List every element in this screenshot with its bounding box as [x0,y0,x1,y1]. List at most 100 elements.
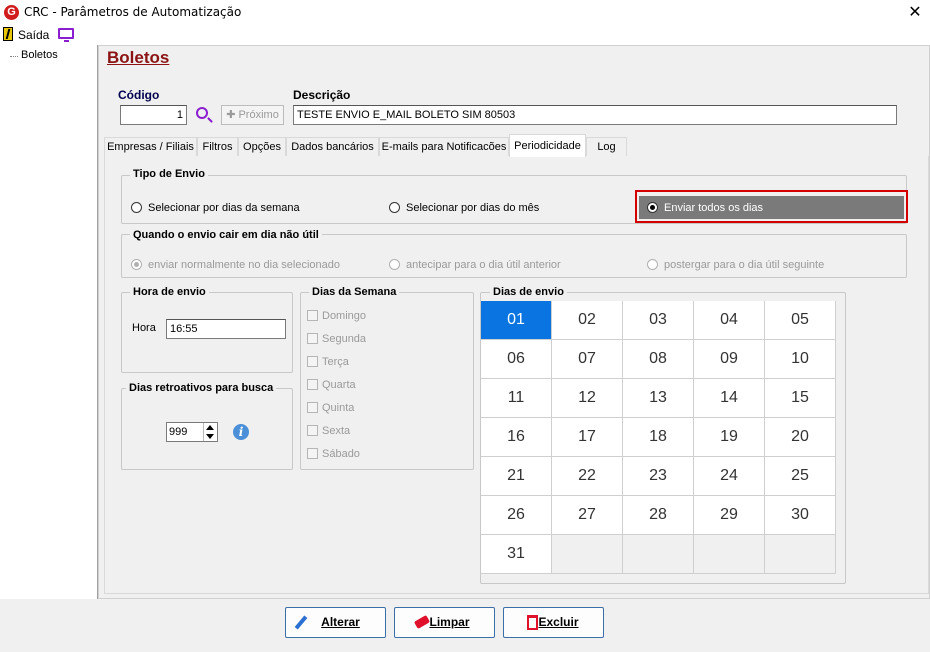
day-cell[interactable]: 05 [765,301,836,340]
day-cell[interactable]: 16 [481,418,552,457]
descricao-label: Descrição [293,88,351,102]
day-cell[interactable]: 30 [765,496,836,535]
day-cell-empty [552,535,623,574]
window-title: CRC - Parâmetros de Automatização [24,5,242,19]
day-cell[interactable]: 29 [694,496,765,535]
tab-dados-bancarios[interactable]: Dados bancários [286,137,379,157]
alterar-label: Alterar [321,615,360,629]
codigo-label: Código [118,88,160,102]
hora-input[interactable]: 16:55 [166,319,286,339]
day-cell[interactable]: 13 [623,379,694,418]
checkbox-domingo-label[interactable]: Domingo [322,310,366,322]
checkbox-quinta[interactable] [307,402,318,413]
tab-periodicidade[interactable]: Periodicidade [509,134,586,157]
checkbox-quinta-label[interactable]: Quinta [322,402,354,414]
day-cell[interactable]: 20 [765,418,836,457]
day-cell[interactable]: 31 [481,535,552,574]
radio-dias-mes-label[interactable]: Selecionar por dias do mês [406,202,539,214]
radio-dias-semana-label[interactable]: Selecionar por dias da semana [148,202,300,214]
day-cell-empty [694,535,765,574]
radio-dias-semana[interactable] [131,202,142,213]
tab-emails-notificacoes[interactable]: E-mails para Notificacões [379,137,509,157]
radio-postergar-label[interactable]: postergar para o dia útil seguinte [664,259,824,271]
descricao-input[interactable]: TESTE ENVIO E_MAIL BOLETO SIM 80503 [293,105,897,125]
dias-retroativos-title: Dias retroativos para busca [126,382,277,394]
tab-empresas-filiais[interactable]: Empresas / Filiais [104,137,197,157]
radio-envio-normal-label[interactable]: enviar normalmente no dia selecionado [148,259,340,271]
radio-todos-dias[interactable] [647,202,658,213]
day-cell[interactable]: 10 [765,340,836,379]
radio-postergar[interactable] [647,259,658,270]
checkbox-sexta[interactable] [307,425,318,436]
radio-envio-normal[interactable] [131,259,142,270]
day-cell[interactable]: 12 [552,379,623,418]
day-cell[interactable]: 06 [481,340,552,379]
day-cell[interactable]: 26 [481,496,552,535]
radio-todos-dias-label[interactable]: Enviar todos os dias [664,202,763,214]
checkbox-segunda[interactable] [307,333,318,344]
day-cell[interactable]: 22 [552,457,623,496]
limpar-label: Limpar [429,615,470,629]
checkbox-quarta[interactable] [307,379,318,390]
page-title: Boletos [107,48,170,67]
day-cell[interactable]: 14 [694,379,765,418]
checkbox-segunda-label[interactable]: Segunda [322,333,366,345]
tab-opcoes[interactable]: Opções [238,137,286,157]
excluir-button[interactable]: Excluir [503,607,604,638]
day-cell[interactable]: 15 [765,379,836,418]
spin-up-icon[interactable] [206,425,214,430]
day-cell[interactable]: 23 [623,457,694,496]
hora-label: Hora [132,322,156,334]
proximo-button[interactable]: ✚ Próximo [221,105,284,125]
tree-item-boletos[interactable]: Boletos [21,49,58,61]
day-cell[interactable]: 11 [481,379,552,418]
checkbox-sexta-label[interactable]: Sexta [322,425,350,437]
day-cell[interactable]: 17 [552,418,623,457]
checkbox-sabado-label[interactable]: Sábado [322,448,360,460]
radio-dias-mes[interactable] [389,202,400,213]
eraser-icon [413,615,431,629]
day-cell[interactable]: 24 [694,457,765,496]
day-cell[interactable]: 03 [623,301,694,340]
search-icon[interactable] [196,107,208,119]
spin-down-icon[interactable] [206,434,214,439]
day-cell[interactable]: 07 [552,340,623,379]
day-cell[interactable]: 01 [481,301,552,340]
codigo-input[interactable]: 1 [120,105,187,125]
dias-envio-title: Dias de envio [490,286,567,298]
tab-log[interactable]: Log [586,137,627,157]
monitor-icon[interactable] [58,28,74,42]
day-cell[interactable]: 28 [623,496,694,535]
checkbox-domingo[interactable] [307,310,318,321]
day-cell[interactable]: 02 [552,301,623,340]
checkbox-terca[interactable] [307,356,318,367]
info-icon[interactable]: i [233,424,249,440]
checkbox-sabado[interactable] [307,448,318,459]
day-cell[interactable]: 27 [552,496,623,535]
day-cell[interactable]: 18 [623,418,694,457]
checkbox-quarta-label[interactable]: Quarta [322,379,356,391]
proximo-label: Próximo [238,109,279,121]
day-cell[interactable]: 25 [765,457,836,496]
day-cell[interactable]: 21 [481,457,552,496]
navigation-tree [0,45,98,599]
menu-item-saida[interactable]: Saída [18,28,49,42]
exit-icon[interactable] [3,27,13,41]
day-cell[interactable]: 19 [694,418,765,457]
pencil-icon [294,615,308,630]
trash-icon [527,615,538,630]
checkbox-terca-label[interactable]: Terça [322,356,349,368]
day-cell-empty [623,535,694,574]
alterar-button[interactable]: Alterar [285,607,386,638]
tree-connector [10,56,18,57]
limpar-button[interactable]: Limpar [394,607,495,638]
day-cell[interactable]: 08 [623,340,694,379]
close-icon[interactable]: ✕ [904,1,926,23]
hora-envio-title: Hora de envio [130,286,209,298]
radio-antecipar-label[interactable]: antecipar para o dia útil anterior [406,259,561,271]
tab-filtros[interactable]: Filtros [197,137,238,157]
dias-retroativos-value[interactable]: 999 [169,426,187,438]
radio-antecipar[interactable] [389,259,400,270]
day-cell[interactable]: 04 [694,301,765,340]
day-cell[interactable]: 09 [694,340,765,379]
